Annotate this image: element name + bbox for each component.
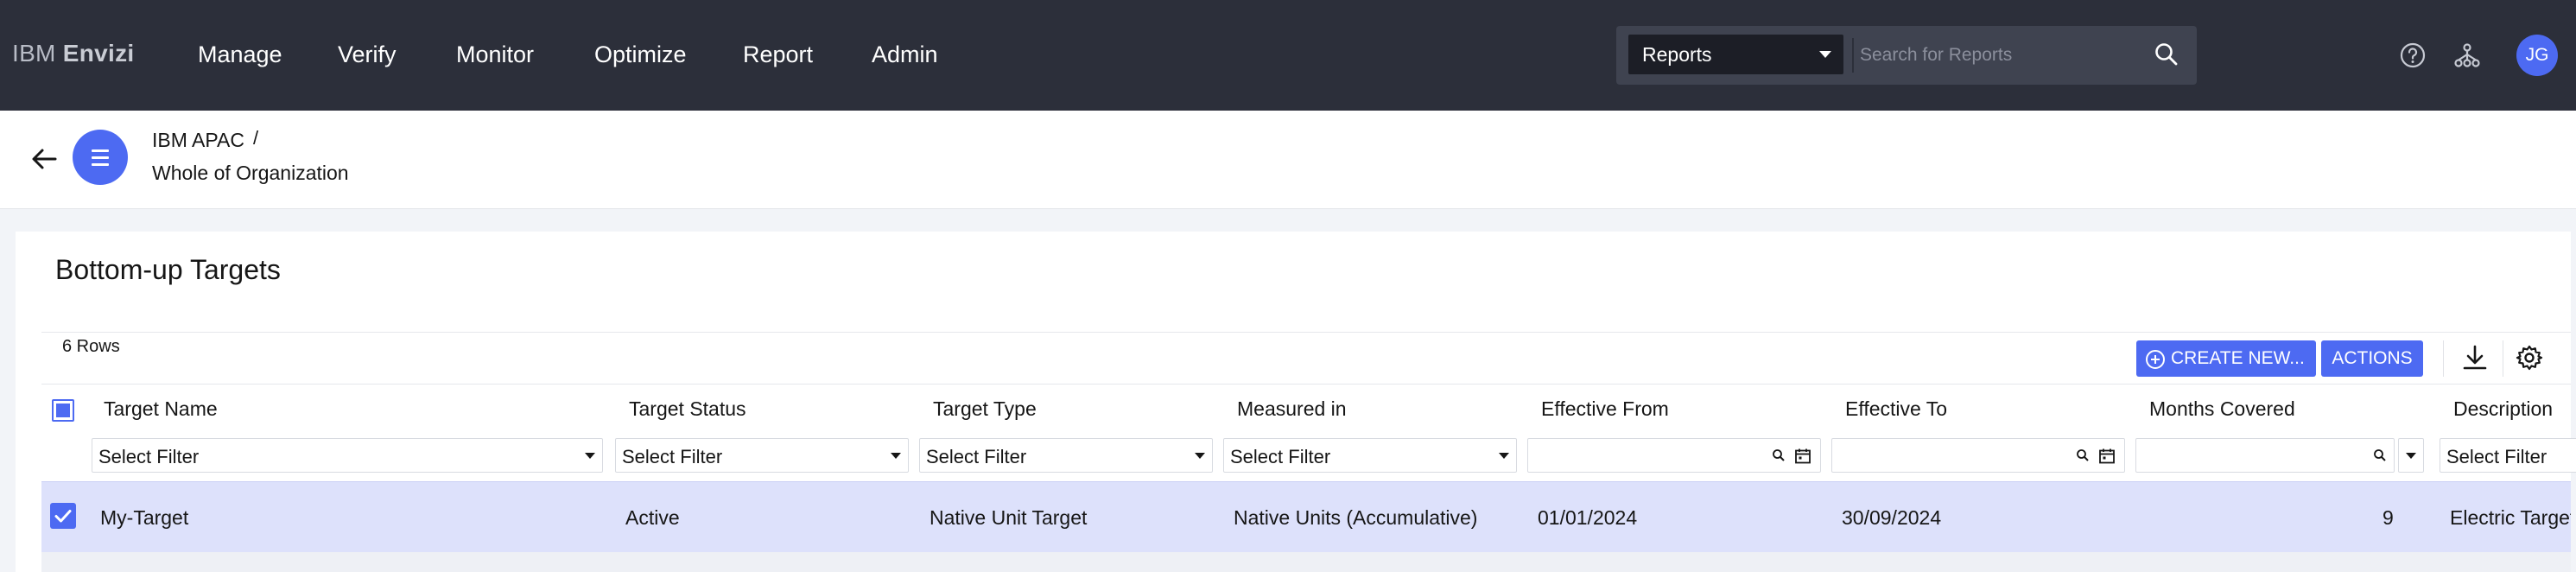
hamburger-menu-icon[interactable] (73, 130, 128, 185)
column-header-effective-to[interactable]: Effective To (1845, 397, 1947, 421)
nav-optimize[interactable]: Optimize (594, 41, 687, 68)
search-icon (2076, 448, 2090, 467)
table-row[interactable] (41, 552, 2571, 572)
title-divider (41, 332, 2571, 333)
select-all-checkbox[interactable] (52, 399, 74, 422)
column-header-target-type[interactable]: Target Type (933, 397, 1037, 421)
filter-target-status[interactable]: Select Filter (615, 438, 909, 473)
column-header-target-name[interactable]: Target Name (104, 397, 218, 421)
toolbar-divider (2443, 340, 2444, 377)
column-header-effective-from[interactable]: Effective From (1541, 397, 1669, 421)
search-scope-select[interactable]: Reports (1628, 35, 1843, 74)
actions-button[interactable]: ACTIONS (2321, 340, 2423, 377)
row-count: 6 Rows (62, 337, 120, 356)
filter-placeholder: Select Filter (1230, 446, 1331, 467)
filter-description[interactable]: Select Filter (2440, 438, 2576, 473)
filter-placeholder: Select Filter (2446, 446, 2547, 467)
nav-manage[interactable]: Manage (198, 41, 282, 68)
column-header-months-covered[interactable]: Months Covered (2149, 397, 2295, 421)
create-new-button[interactable]: CREATE NEW... (2136, 340, 2316, 377)
targets-card: Bottom-up Targets 6 Rows CREATE NEW... A… (16, 232, 2576, 572)
search-icon[interactable] (2154, 41, 2179, 72)
nav-report[interactable]: Report (743, 41, 813, 68)
plus-circle-icon (2145, 349, 2166, 375)
download-icon[interactable] (2460, 343, 2490, 377)
nav-verify[interactable]: Verify (338, 41, 397, 68)
caret-down-icon (585, 453, 595, 459)
settings-gear-icon[interactable] (2515, 343, 2544, 377)
caret-down-icon (1195, 453, 1205, 459)
cell-effective-from: 01/01/2024 (1538, 506, 1638, 529)
caret-down-icon (891, 453, 901, 459)
caret-down-icon (1499, 453, 1509, 459)
calendar-icon[interactable] (1794, 448, 1811, 469)
breadcrumb-current: Whole of Organization (152, 162, 349, 184)
nav-monitor[interactable]: Monitor (456, 41, 534, 68)
back-arrow-icon[interactable] (29, 144, 59, 178)
column-header-measured-in[interactable]: Measured in (1237, 397, 1347, 421)
grid-top-border (41, 384, 2571, 385)
filter-effective-from[interactable] (1527, 438, 1821, 473)
column-header-description[interactable]: Description (2453, 397, 2553, 421)
help-icon[interactable] (2399, 41, 2427, 73)
breadcrumb-parent[interactable]: IBM APAC (152, 129, 244, 152)
calendar-icon[interactable] (2098, 448, 2116, 469)
filter-target-name[interactable]: Select Filter (92, 438, 603, 473)
page-title: Bottom-up Targets (55, 254, 281, 285)
search-icon (2373, 448, 2387, 467)
filter-effective-to[interactable] (1831, 438, 2125, 473)
cell-measured-in: Native Units (Accumulative) (1234, 506, 1478, 529)
cell-effective-to: 30/09/2024 (1842, 506, 1942, 529)
search-input[interactable] (1860, 38, 2145, 73)
filter-months-covered[interactable] (2135, 438, 2395, 473)
search-divider (1852, 38, 1854, 73)
filter-placeholder: Select Filter (98, 446, 200, 467)
nav-admin[interactable]: Admin (872, 41, 938, 68)
caret-down-icon (1819, 51, 1831, 58)
search-icon (1772, 448, 1786, 467)
cell-description: Electric Target (2450, 506, 2571, 529)
create-new-label: CREATE NEW... (2171, 348, 2305, 368)
cell-target-type: Native Unit Target (930, 506, 1088, 529)
filter-measured-in[interactable]: Select Filter (1223, 438, 1517, 473)
brand-logo[interactable]: IBM Envizi (12, 40, 135, 67)
row-checkbox[interactable] (50, 503, 76, 529)
column-header-target-status[interactable]: Target Status (629, 397, 746, 421)
filter-operator-dropdown[interactable] (2398, 438, 2424, 473)
brand-name: Envizi (62, 40, 135, 67)
breadcrumb-separator: / (253, 127, 259, 149)
filter-target-type[interactable]: Select Filter (919, 438, 1213, 473)
cell-target-name[interactable]: My-Target (100, 506, 188, 530)
filter-placeholder: Select Filter (622, 446, 723, 467)
breadcrumb-bar: IBM APAC / Whole of Organization (0, 111, 2576, 209)
cell-target-status: Active (625, 506, 680, 529)
top-navigation-bar: IBM Envizi Manage Verify Monitor Optimiz… (0, 0, 2576, 111)
user-avatar[interactable]: JG (2516, 35, 2558, 76)
global-search: Reports (1616, 26, 2197, 85)
hierarchy-icon[interactable] (2453, 41, 2481, 73)
caret-down-icon (2406, 453, 2416, 459)
cell-months-covered: 9 (2382, 506, 2394, 529)
search-scope-value: Reports (1642, 43, 1712, 66)
filter-placeholder: Select Filter (926, 446, 1027, 467)
brand-prefix: IBM (12, 40, 56, 67)
